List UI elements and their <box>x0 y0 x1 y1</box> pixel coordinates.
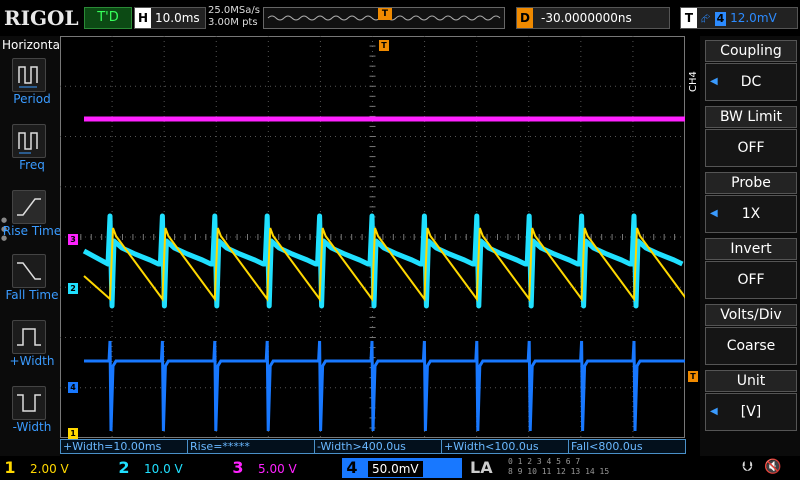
ch1-status[interactable]: 1 2.00 V <box>0 458 110 478</box>
menu-channel-title: CH4 <box>688 71 699 92</box>
chevron-left-icon: ◀ <box>710 406 718 417</box>
ch2-offset-marker[interactable]: 2 <box>68 283 78 294</box>
ch4-status[interactable]: 4 50.0mV <box>342 458 462 478</box>
trigger-time-marker[interactable]: T <box>379 40 389 51</box>
trigger-level: 12.0mV <box>730 11 777 25</box>
ch4-offset-marker[interactable]: 4 <box>68 382 78 393</box>
unit-softkey[interactable]: Unit ◀ [V] <box>705 370 797 431</box>
la-digits-row: 8 9 10 11 12 13 14 15 <box>508 467 610 476</box>
menu-title: Horizontal <box>2 38 64 52</box>
measurement-item[interactable]: Rise=***** <box>187 439 315 454</box>
ch3-number: 3 <box>232 458 244 477</box>
softkey-value: OFF <box>705 129 797 167</box>
delay-value: -30.0000000ns <box>541 11 632 25</box>
softkey-value: Coarse <box>705 327 797 365</box>
measurement-bar: +Width=10.00ms Rise=***** -Width>400.0us… <box>60 439 686 454</box>
fall-time-label: Fall Time <box>5 288 59 302</box>
ch1-number: 1 <box>4 458 16 477</box>
waveform-canvas <box>59 35 688 438</box>
softkey-label: Volts/Div <box>705 304 797 326</box>
channel-menu: Coupling ◀ DC BW Limit OFF Probe ◀ 1X Inve… <box>700 36 800 456</box>
rise-time-label: Rise Time <box>2 224 62 238</box>
softkey-value: ◀ [V] <box>705 393 797 431</box>
trigger-settings[interactable]: T ⮳ 4 12.0mV <box>680 7 798 29</box>
ch4-scale: 50.0mV <box>368 461 423 477</box>
ch2-number: 2 <box>118 458 130 477</box>
trigger-source: 4 <box>714 12 727 26</box>
la-channel-digits: 0 1 2 3 4 5 6 7 8 9 10 11 12 13 14 15 <box>508 457 609 477</box>
speaker-muted-icon[interactable]: 🔇 <box>764 459 781 475</box>
ch1-scale: 2.00 V <box>30 462 69 476</box>
horizontal-measure-menu: Horizontal ● ● ● Period Freq Rise Time Fal… <box>0 36 64 456</box>
waveform-display[interactable] <box>59 35 688 438</box>
freq-label: Freq <box>19 158 45 172</box>
freq-icon <box>12 124 46 158</box>
measurement-item[interactable]: Fall<800.0us <box>568 439 686 454</box>
memory-depth: 3.00M pts <box>208 17 258 28</box>
trigger-level-marker[interactable]: T <box>688 371 698 382</box>
softkey-value: OFF <box>705 261 797 299</box>
trigger-position-marker[interactable]: T <box>378 8 392 20</box>
measurement-item[interactable]: +Width<100.0us <box>441 439 569 454</box>
la-digits-row: 0 1 2 3 4 5 6 7 <box>508 457 581 466</box>
ch4-trace <box>84 340 686 432</box>
measure-fall-time-button[interactable]: Fall Time <box>5 254 60 302</box>
fall-time-icon <box>12 254 46 288</box>
probe-softkey[interactable]: Probe ◀ 1X <box>705 172 797 233</box>
chevron-left-icon: ◀ <box>710 208 718 219</box>
invert-softkey[interactable]: Invert OFF <box>705 238 797 299</box>
ch1-offset-marker[interactable]: 1 <box>68 428 78 439</box>
measure-negative-width-button[interactable]: -Width <box>8 386 60 434</box>
usb-icon: ⮋ <box>742 459 753 475</box>
softkey-label: BW Limit <box>705 106 797 128</box>
measure-rise-time-button[interactable]: Rise Time <box>3 190 61 238</box>
acquisition-info: 25.0MSa/s 3.00M pts <box>208 5 260 29</box>
run-state-indicator[interactable]: T'D <box>84 7 132 29</box>
horizontal-delay[interactable]: D -30.0000000ns <box>516 7 670 29</box>
horizontal-key-label: H <box>135 8 151 28</box>
period-icon <box>12 58 46 92</box>
rising-edge-icon: ⮳ <box>701 11 711 25</box>
softkey-value: ◀ DC <box>705 63 797 101</box>
ch3-offset-marker[interactable]: 3 <box>68 234 78 245</box>
measure-period-button[interactable]: Period <box>8 58 60 106</box>
softkey-label: Probe <box>705 172 797 194</box>
bw-limit-softkey[interactable]: BW Limit OFF <box>705 106 797 167</box>
rise-time-icon <box>12 190 46 224</box>
chevron-left-icon: ◀ <box>710 76 718 87</box>
measure-positive-width-button[interactable]: +Width <box>8 320 60 368</box>
top-status-bar: RIGOL T'D H 10.0ms 25.0MSa/s 3.00M pts T … <box>0 0 800 36</box>
timebase-value: 10.0ms <box>155 11 200 25</box>
trigger-key-label: T <box>681 8 697 28</box>
positive-width-label: +Width <box>9 354 55 368</box>
negative-width-label: -Width <box>12 420 52 434</box>
measurement-item[interactable]: +Width=10.00ms <box>60 439 188 454</box>
ch3-scale: 5.00 V <box>258 462 297 476</box>
channel-status-bar: 1 2.00 V 2 10.0 V 3 5.00 V 4 50.0mV LA 0 1 2… <box>0 456 800 480</box>
coupling-softkey[interactable]: Coupling ◀ DC <box>705 40 797 101</box>
ch2-status[interactable]: 2 10.0 V <box>114 458 224 478</box>
horizontal-timebase[interactable]: H 10.0ms <box>134 7 206 29</box>
negative-width-icon <box>12 386 46 420</box>
positive-width-icon <box>12 320 46 354</box>
measure-freq-button[interactable]: Freq <box>8 124 60 172</box>
softkey-label: Unit <box>705 370 797 392</box>
sample-rate: 25.0MSa/s <box>208 5 260 16</box>
volts-div-softkey[interactable]: Volts/Div Coarse <box>705 304 797 365</box>
ch2-trace <box>82 213 684 309</box>
ch2-scale: 10.0 V <box>144 462 183 476</box>
softkey-value: ◀ 1X <box>705 195 797 233</box>
softkey-label: Coupling <box>705 40 797 62</box>
measurement-item[interactable]: -Width>400.0us <box>314 439 442 454</box>
brand-logo: RIGOL <box>4 6 79 30</box>
softkey-label: Invert <box>705 238 797 260</box>
ch4-number: 4 <box>346 458 358 477</box>
period-label: Period <box>13 92 51 106</box>
logic-analyzer-label[interactable]: LA <box>470 458 493 477</box>
ch3-status[interactable]: 3 5.00 V <box>228 458 338 478</box>
delay-key-label: D <box>517 8 533 28</box>
